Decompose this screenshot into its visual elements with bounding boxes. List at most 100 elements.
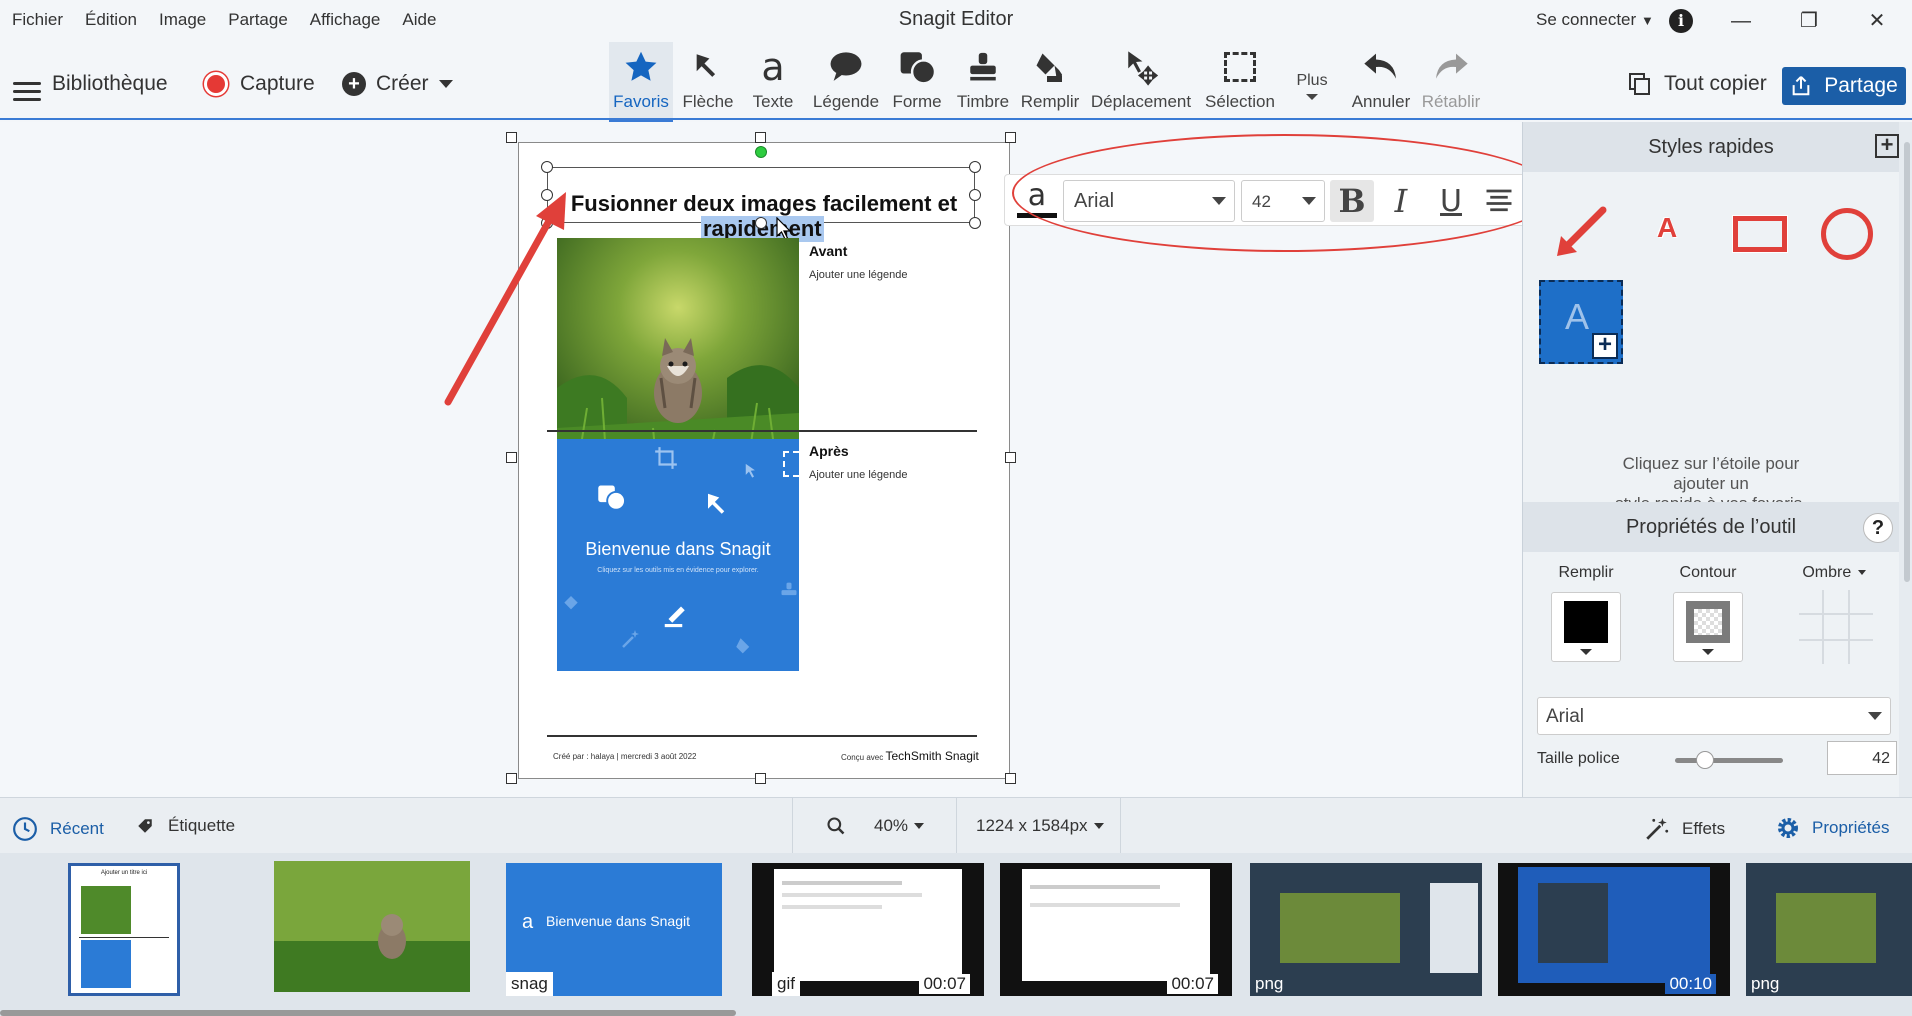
- zoom-icon[interactable]: [826, 816, 846, 836]
- zoom-value: 40%: [874, 816, 909, 835]
- chevron-down-icon: [1857, 570, 1866, 576]
- dimensions-select[interactable]: 1224 x 1584px: [976, 816, 1104, 836]
- status-bar: Récent Étiquette 40% 1224 x 1584px Effet…: [0, 797, 1912, 854]
- resize-handle[interactable]: [969, 189, 981, 201]
- resize-handle[interactable]: [541, 161, 553, 173]
- quick-styles-list: A A + Cliquez sur l’étoile pour ajouter …: [1523, 172, 1899, 513]
- page-handle[interactable]: [1005, 773, 1016, 784]
- style-rectangle-red[interactable]: [1733, 216, 1787, 252]
- tray-duration: 00:10: [1665, 974, 1716, 994]
- hamburger-icon[interactable]: [13, 82, 41, 102]
- minimize-button[interactable]: —: [1718, 6, 1764, 36]
- tag-button[interactable]: Étiquette: [136, 816, 235, 836]
- record-icon: [204, 72, 228, 96]
- tool-annuler[interactable]: Annuler: [1346, 42, 1416, 120]
- tray-thumbnail[interactable]: gif 00:07: [752, 863, 984, 996]
- font-size-slider-thumb[interactable]: [1696, 751, 1714, 769]
- signin-link[interactable]: Se connecter: [1536, 10, 1636, 30]
- add-text-style-tile[interactable]: A +: [1539, 280, 1623, 364]
- style-arrow-red[interactable]: [1551, 202, 1611, 262]
- tool-forme[interactable]: Forme: [890, 42, 944, 120]
- resize-handle[interactable]: [969, 161, 981, 173]
- document-title-line1[interactable]: Fusionner deux images facilement et: [519, 191, 1009, 217]
- font-size-slider[interactable]: [1675, 758, 1783, 763]
- resize-handle[interactable]: [969, 217, 981, 229]
- tool-forme-label: Forme: [892, 92, 942, 111]
- add-style-icon[interactable]: +: [1875, 134, 1899, 158]
- menu-partage[interactable]: Partage: [228, 10, 288, 30]
- after-image[interactable]: Bienvenue dans Snagit Cliquez sur les ou…: [557, 439, 799, 671]
- tool-legende-label: Légende: [812, 92, 880, 111]
- font-size-label: Taille police: [1537, 750, 1620, 767]
- tray-thumbnail[interactable]: [274, 861, 470, 992]
- before-heading[interactable]: Avant: [809, 243, 847, 259]
- tool-timbre[interactable]: Timbre: [950, 42, 1016, 120]
- create-button[interactable]: + Créer: [342, 72, 453, 96]
- page-handle[interactable]: [506, 132, 517, 143]
- tray-thumbnail[interactable]: 00:10: [1498, 863, 1730, 996]
- tool-remplir[interactable]: Remplir: [1018, 42, 1082, 120]
- editor-canvas[interactable]: Fusionner deux images facilement et rapi…: [0, 122, 1557, 797]
- tool-deplacement[interactable]: Déplacement: [1086, 42, 1196, 120]
- page-handle[interactable]: [1005, 452, 1016, 463]
- chevron-down-icon: [1702, 649, 1714, 655]
- shadow-label: Ombre: [1802, 564, 1852, 581]
- page-handle[interactable]: [506, 452, 517, 463]
- recent-button[interactable]: Récent: [12, 816, 104, 842]
- shadow-grid[interactable]: [1799, 590, 1873, 664]
- tool-favoris[interactable]: Favoris: [609, 42, 673, 122]
- document-page[interactable]: Fusionner deux images facilement et rapi…: [518, 142, 1010, 779]
- page-handle[interactable]: [755, 773, 766, 784]
- help-icon[interactable]: ?: [1863, 513, 1893, 543]
- tool-retablir[interactable]: Rétablir: [1416, 42, 1486, 120]
- signin-caret-icon[interactable]: ▼: [1641, 13, 1654, 28]
- before-image[interactable]: [557, 238, 799, 470]
- tool-fleche[interactable]: Flèche: [676, 42, 740, 120]
- style-text-red[interactable]: A: [1657, 212, 1677, 244]
- menu-affichage[interactable]: Affichage: [310, 10, 381, 30]
- separator: [956, 798, 957, 854]
- capture-button[interactable]: Capture: [204, 72, 315, 96]
- tool-texte[interactable]: a Texte: [744, 42, 802, 120]
- property-font-select[interactable]: Arial: [1537, 697, 1891, 735]
- before-caption[interactable]: Ajouter une légende: [809, 269, 907, 281]
- tray-thumbnail[interactable]: png: [1746, 863, 1912, 996]
- page-handle[interactable]: [1005, 132, 1016, 143]
- info-icon[interactable]: i: [1669, 9, 1693, 33]
- tray-label: png: [1255, 974, 1284, 993]
- tool-selection[interactable]: Sélection: [1200, 42, 1280, 120]
- tool-legende[interactable]: Légende: [806, 42, 886, 120]
- page-handle[interactable]: [506, 773, 517, 784]
- maximize-button[interactable]: ❐: [1786, 6, 1832, 36]
- tray-thumbnail[interactable]: Ajouter un titre ici: [68, 863, 180, 996]
- callout-icon: [830, 52, 862, 81]
- menu-edition[interactable]: Édition: [85, 10, 137, 30]
- menu-fichier[interactable]: Fichier: [12, 10, 63, 30]
- font-size-input[interactable]: 42: [1827, 741, 1897, 775]
- library-button[interactable]: Bibliothèque: [52, 72, 168, 96]
- after-caption[interactable]: Ajouter une légende: [809, 469, 907, 481]
- close-button[interactable]: ✕: [1854, 6, 1900, 36]
- tray-thumbnail[interactable]: 00:07: [1000, 863, 1232, 996]
- shadow-dropdown[interactable]: Ombre: [1789, 564, 1879, 582]
- menu-aide[interactable]: Aide: [402, 10, 436, 30]
- effects-button[interactable]: Effets: [1644, 816, 1725, 842]
- fill-color-button[interactable]: [1551, 592, 1621, 662]
- menu-image[interactable]: Image: [159, 10, 206, 30]
- page-handle[interactable]: [755, 132, 766, 143]
- tool-plus[interactable]: Plus: [1286, 42, 1338, 120]
- tray-scrollbar[interactable]: [0, 1010, 736, 1016]
- zoom-select[interactable]: 40%: [874, 816, 925, 836]
- tray-thumbnail[interactable]: png: [1250, 863, 1482, 996]
- style-circle-red[interactable]: [1821, 208, 1873, 260]
- panel-scrollbar[interactable]: [1903, 122, 1911, 797]
- outline-color-button[interactable]: [1673, 592, 1743, 662]
- rotate-handle[interactable]: [755, 146, 767, 158]
- properties-button[interactable]: Propriétés: [1776, 816, 1889, 840]
- tray-thumbnail[interactable]: Bienvenue dans Snagit a snag: [506, 863, 722, 996]
- after-heading[interactable]: Après: [809, 443, 849, 459]
- copy-all-button[interactable]: Tout copier: [1628, 72, 1767, 96]
- recent-label: Récent: [50, 819, 104, 838]
- share-button[interactable]: Partage: [1782, 67, 1906, 105]
- resize-handle[interactable]: [755, 217, 767, 229]
